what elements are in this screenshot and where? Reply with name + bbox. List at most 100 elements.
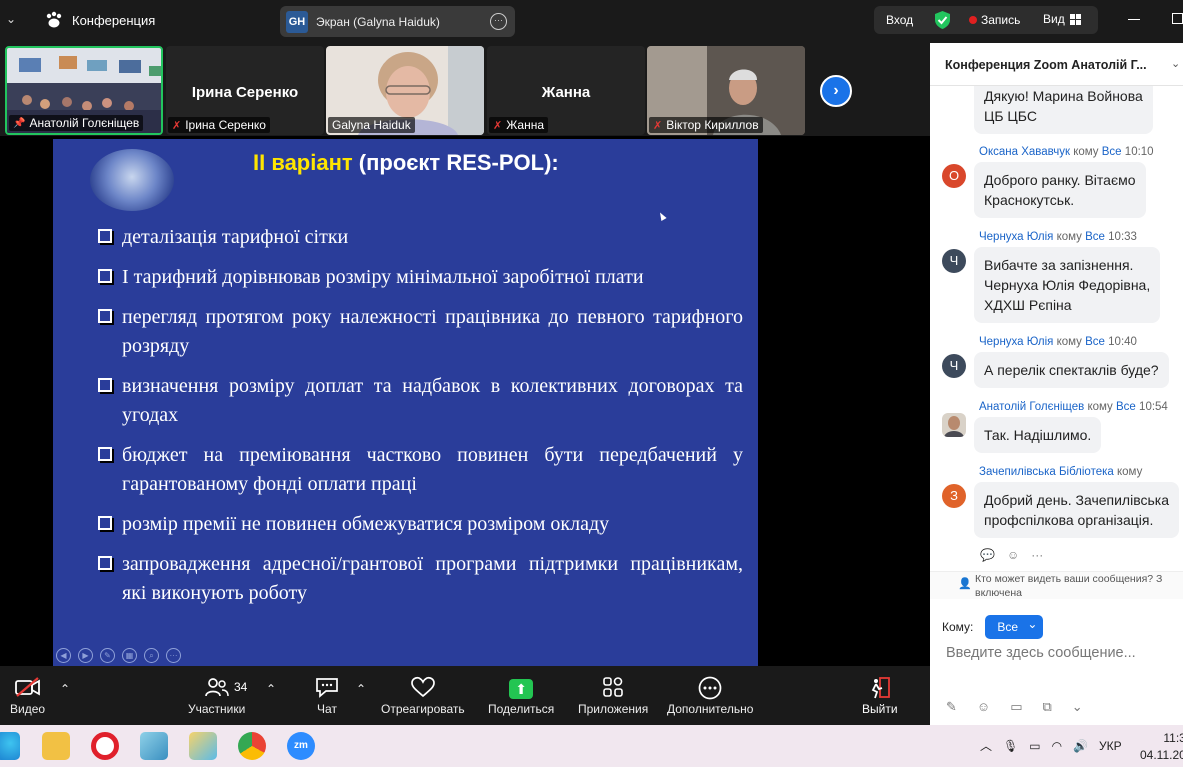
checkbox-bullet-icon	[98, 556, 112, 570]
video-button[interactable]: Видео	[10, 676, 45, 716]
shared-screen: ІІ варіант (проєкт RES-POL): деталізація…	[0, 136, 930, 666]
volume-icon[interactable]: 🔊	[1073, 739, 1088, 753]
avatar[interactable]	[942, 413, 966, 437]
camera-icon[interactable]: ▭	[1029, 739, 1040, 753]
more-button[interactable]: Дополнительно	[667, 676, 753, 716]
recipient-select[interactable]: Все	[985, 612, 1044, 639]
share-button[interactable]: ⬆ Поделиться	[488, 676, 554, 716]
participant-strip: 📌 Анатолій Голєніщев Ірина Серенко ✗ Іри…	[0, 43, 930, 136]
chevron-down-icon[interactable]: ⌄	[1072, 699, 1083, 715]
meeting-info[interactable]: Конференция	[44, 11, 155, 29]
avatar[interactable]: О	[942, 164, 966, 188]
next-page-icon[interactable]: ›	[820, 75, 852, 107]
emoji-icon[interactable]: ☺	[977, 699, 990, 715]
message-bubble: А перелік спектаклів буде?	[974, 352, 1169, 388]
chat-panel: Конференция Zoom Анатолій Г... ⌄ Дякую! …	[930, 43, 1183, 725]
minimize-icon[interactable]	[1128, 19, 1140, 20]
privacy-notice[interactable]: 👤 Кто может видеть ваши сообщения? З вкл…	[930, 571, 1183, 599]
notepad-icon[interactable]	[140, 732, 168, 760]
windows-taskbar: zm ︿ 🎙 ▭ ◠ 🔊 УКР 11:37 04.11.202	[0, 725, 1183, 767]
prev-slide-icon[interactable]: ◀	[56, 648, 71, 663]
zoom-app-icon[interactable]: zm	[287, 732, 315, 760]
view-button[interactable]: Вид	[1043, 12, 1081, 26]
chat-button[interactable]: Чат	[314, 676, 340, 716]
opera-icon[interactable]	[91, 732, 119, 760]
shield-check-icon[interactable]	[934, 11, 951, 29]
emoji-react-icon[interactable]: ☺	[1007, 548, 1019, 562]
language-indicator[interactable]: УКР	[1099, 739, 1122, 753]
thumbnail-label: ✗ Віктор Кириллов	[649, 117, 763, 133]
paint-icon[interactable]	[189, 732, 217, 760]
slides-icon[interactable]: ▦	[122, 648, 137, 663]
message-bubble: Вибачте за запізнення. Чернуха Юлія Федо…	[974, 247, 1161, 323]
next-slide-icon[interactable]: ▶	[78, 648, 93, 663]
format-icon[interactable]: ✎	[946, 699, 957, 715]
reply-icon[interactable]: 💬	[980, 548, 995, 562]
avatar[interactable]: Ч	[942, 249, 966, 273]
thumbnail-3[interactable]: Жанна ✗ Жанна	[487, 46, 645, 135]
record-label: Запись	[981, 13, 1021, 27]
message-input[interactable]: Введите здесь сообщение...	[946, 645, 1136, 661]
share-arrow-icon: ⬆	[509, 679, 534, 699]
clock[interactable]: 11:37 04.11.202	[1140, 730, 1183, 764]
screenshot-icon[interactable]: ⧉	[1042, 699, 1051, 715]
avatar[interactable]: Ч	[942, 354, 966, 378]
checkbox-bullet-icon	[98, 309, 112, 323]
system-tray: ︿ 🎙 ▭ ◠ 🔊 УКР	[980, 737, 1122, 754]
zoom-icon[interactable]: ⌕	[144, 648, 159, 663]
input-toolbar: ✎ ☺ ▭ ⧉ ⌄	[946, 699, 1083, 715]
meeting-toolbar: Видео ⌃ Участники 34 ⌃ Чат ⌃ Отреагирова…	[0, 666, 930, 725]
chevron-up-icon[interactable]: ︿	[980, 737, 992, 754]
view-label: Вид	[1043, 12, 1065, 26]
participant-name: Galyna Haiduk	[332, 118, 411, 132]
login-button[interactable]: Вход	[886, 13, 913, 27]
participant-name: Ірина Серенко	[185, 118, 266, 132]
chevron-down-icon[interactable]: ⌄	[1171, 57, 1180, 70]
file-explorer-icon[interactable]	[42, 732, 70, 760]
thumbnail-0[interactable]: 📌 Анатолій Голєніщев	[5, 46, 163, 135]
thumbnail-2[interactable]: Galyna Haiduk	[326, 46, 484, 135]
thumbnail-4[interactable]: ✗ Віктор Кириллов	[647, 46, 805, 135]
clock-time: 11:37	[1163, 731, 1183, 745]
bullet-item: визначення розміру доплат та надбавок в …	[98, 372, 743, 430]
avatar[interactable]: З	[942, 484, 966, 508]
chrome-icon[interactable]	[238, 732, 266, 760]
maximize-icon[interactable]	[1172, 13, 1183, 24]
thumbnail-1[interactable]: Ірина Серенко ✗ Ірина Серенко	[166, 46, 324, 135]
participants-caret-icon[interactable]: ⌃	[266, 682, 276, 696]
recipient-label: Кому:	[942, 620, 974, 634]
message-actions: 💬 ☺ ···	[980, 548, 1043, 562]
edge-icon[interactable]	[0, 732, 20, 760]
bullet-item: перегляд протягом року належності праців…	[98, 303, 743, 361]
people-icon: 👤	[958, 578, 972, 590]
chat-title[interactable]: Конференция Zoom Анатолій Г...	[945, 58, 1147, 72]
bullet-item: розмір премії не повинен обмежуватися ро…	[98, 510, 743, 539]
bullet-item: бюджет на преміювання частково повинен б…	[98, 441, 743, 499]
checkbox-bullet-icon	[98, 447, 112, 461]
more-icon[interactable]: ···	[490, 13, 507, 30]
screen-share-pill[interactable]: GH Экран (Galyna Haiduk) ···	[280, 6, 515, 37]
thumbnail-label: 📌 Анатолій Голєніщев	[9, 115, 144, 131]
microphone-icon[interactable]: 🎙	[1003, 739, 1018, 753]
wifi-icon[interactable]: ◠	[1052, 739, 1062, 753]
zoom-window: ⌄ Конференция GH Экран (Galyna Haiduk) ·…	[0, 0, 1183, 767]
clock-date: 04.11.202	[1140, 748, 1183, 762]
record-button[interactable]: Запись	[969, 13, 1020, 27]
participant-big-name: Жанна	[541, 84, 591, 101]
thumbnail-label: ✗ Ірина Серенко	[168, 117, 270, 133]
slide-more-icon[interactable]: ···	[166, 648, 181, 663]
react-button[interactable]: Отреагировать	[381, 676, 465, 716]
bullet-item: І тарифний дорівнював розміру мінімально…	[98, 263, 743, 292]
apps-button[interactable]: Приложения	[578, 676, 648, 716]
chevron-down-icon[interactable]: ⌄	[6, 12, 16, 26]
emblem-logo	[90, 149, 174, 211]
paw-icon	[46, 11, 62, 28]
more-icon	[667, 676, 753, 702]
leave-button[interactable]: Выйти	[862, 676, 898, 716]
pen-icon[interactable]: ✎	[100, 648, 115, 663]
message-bubble: Добрий день. Зачепилівська профспілкова …	[974, 482, 1180, 538]
chat-caret-icon[interactable]: ⌃	[356, 682, 366, 696]
more-icon[interactable]: ···	[1031, 548, 1043, 562]
file-icon[interactable]: ▭	[1010, 699, 1022, 715]
video-caret-icon[interactable]: ⌃	[60, 682, 70, 696]
